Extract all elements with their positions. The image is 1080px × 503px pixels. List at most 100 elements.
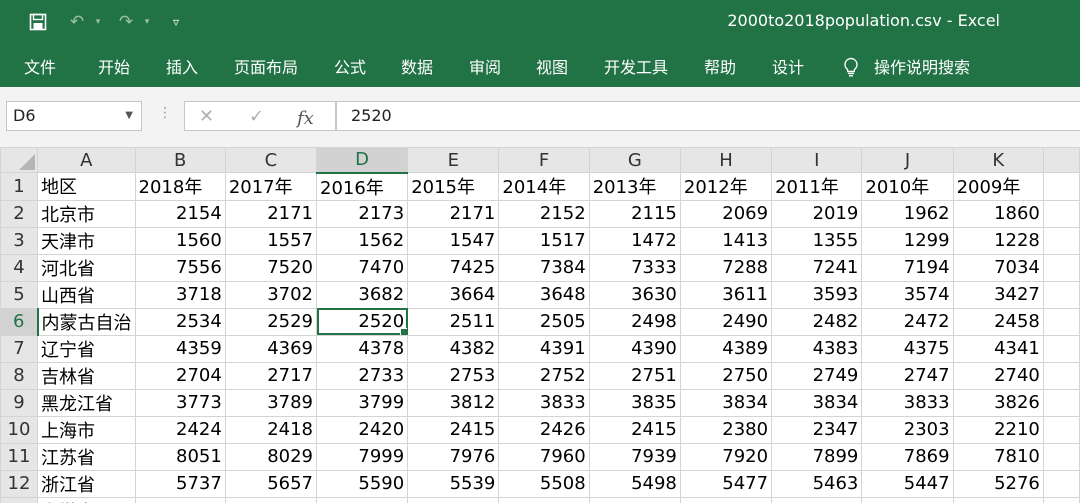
- row-header[interactable]: 4: [0, 253, 39, 282]
- cell-k5[interactable]: 3427: [952, 280, 1044, 309]
- column-header-next[interactable]: [1042, 147, 1080, 173]
- cell-h9[interactable]: 3834: [679, 388, 773, 417]
- cell-h13[interactable]: 5988: [679, 496, 773, 503]
- cell-c9[interactable]: 3789: [224, 388, 318, 417]
- row-header[interactable]: 8: [0, 361, 39, 390]
- cell-g1[interactable]: 2013年: [588, 172, 681, 201]
- cell-j12[interactable]: 5447: [861, 469, 954, 498]
- cell-k2[interactable]: 1860: [952, 199, 1044, 228]
- cell-overflow[interactable]: [1042, 226, 1080, 255]
- cell-overflow[interactable]: [1042, 442, 1080, 471]
- cell-a13[interactable]: 安徽省: [37, 496, 136, 503]
- cell-a9[interactable]: 黑龙江省: [37, 388, 136, 417]
- select-all-corner[interactable]: [0, 147, 39, 173]
- cell-b7[interactable]: 4359: [134, 334, 226, 363]
- cell-overflow[interactable]: [1042, 280, 1080, 309]
- cell-a6[interactable]: 内蒙古自治: [37, 307, 136, 336]
- cell-j6[interactable]: 2472: [861, 307, 954, 336]
- cell-b13[interactable]: 6324: [134, 496, 226, 503]
- cell-d6[interactable]: 2520: [316, 307, 409, 336]
- column-header-i[interactable]: I: [771, 147, 863, 173]
- cell-f8[interactable]: 2752: [498, 361, 590, 390]
- cell-f9[interactable]: 3833: [498, 388, 590, 417]
- cell-k3[interactable]: 1228: [952, 226, 1044, 255]
- cell-i12[interactable]: 5463: [771, 469, 863, 498]
- cell-i11[interactable]: 7899: [771, 442, 863, 471]
- row-header[interactable]: 2: [0, 199, 39, 228]
- cell-a11[interactable]: 江苏省: [37, 442, 136, 471]
- cell-k8[interactable]: 2740: [952, 361, 1044, 390]
- cell-k13[interactable]: 6131: [952, 496, 1044, 503]
- cell-e8[interactable]: 2753: [407, 361, 500, 390]
- insert-function-icon[interactable]: fx: [297, 108, 314, 129]
- cell-f2[interactable]: 2152: [498, 199, 590, 228]
- cell-a8[interactable]: 吉林省: [37, 361, 136, 390]
- cell-i8[interactable]: 2749: [771, 361, 863, 390]
- cell-d13[interactable]: 6196: [316, 496, 409, 503]
- column-header-e[interactable]: E: [407, 147, 500, 173]
- cell-f3[interactable]: 1517: [498, 226, 590, 255]
- row-header[interactable]: 13: [0, 496, 39, 503]
- cell-h6[interactable]: 2490: [679, 307, 773, 336]
- cell-i13[interactable]: 5968: [771, 496, 863, 503]
- cell-e6[interactable]: 2511: [407, 307, 500, 336]
- cell-i1[interactable]: 2011年: [771, 172, 863, 201]
- column-header-k[interactable]: K: [952, 147, 1044, 173]
- cell-d8[interactable]: 2733: [316, 361, 409, 390]
- cell-e7[interactable]: 4382: [407, 334, 500, 363]
- row-header[interactable]: 9: [0, 388, 39, 417]
- column-header-a[interactable]: A: [37, 147, 136, 173]
- cell-e9[interactable]: 3812: [407, 388, 500, 417]
- cell-h5[interactable]: 3611: [679, 280, 773, 309]
- cell-k7[interactable]: 4341: [952, 334, 1044, 363]
- row-header[interactable]: 6: [0, 307, 39, 336]
- row-header[interactable]: 10: [0, 415, 39, 444]
- tab-help[interactable]: 帮助: [704, 54, 736, 78]
- cell-b1[interactable]: 2018年: [134, 172, 226, 201]
- cell-overflow[interactable]: [1042, 307, 1080, 336]
- cell-e12[interactable]: 5539: [407, 469, 500, 498]
- cell-c1[interactable]: 2017年: [224, 172, 318, 201]
- cell-a3[interactable]: 天津市: [37, 226, 136, 255]
- cell-c5[interactable]: 3702: [224, 280, 318, 309]
- cell-e10[interactable]: 2415: [407, 415, 500, 444]
- cell-f13[interactable]: 6083: [498, 496, 590, 503]
- row-header[interactable]: 12: [0, 469, 39, 498]
- column-header-h[interactable]: H: [679, 147, 773, 173]
- cell-overflow[interactable]: [1042, 496, 1080, 503]
- cell-c10[interactable]: 2418: [224, 415, 318, 444]
- cell-g7[interactable]: 4390: [588, 334, 681, 363]
- tab-review[interactable]: 审阅: [469, 54, 501, 78]
- cell-f6[interactable]: 2505: [498, 307, 590, 336]
- cell-overflow[interactable]: [1042, 334, 1080, 363]
- cell-j13[interactable]: 5957: [861, 496, 954, 503]
- tab-design[interactable]: 设计: [772, 54, 804, 78]
- cell-d2[interactable]: 2173: [316, 199, 409, 228]
- cell-j3[interactable]: 1299: [861, 226, 954, 255]
- cell-i4[interactable]: 7241: [771, 253, 863, 282]
- tab-formulas[interactable]: 公式: [334, 54, 366, 78]
- formula-bar-splitter-icon[interactable]: ⋮: [158, 105, 172, 121]
- cell-h1[interactable]: 2012年: [679, 172, 773, 201]
- tab-file[interactable]: 文件: [24, 54, 56, 78]
- cell-b6[interactable]: 2534: [134, 307, 226, 336]
- cell-e3[interactable]: 1547: [407, 226, 500, 255]
- cancel-icon[interactable]: ✕: [199, 106, 214, 127]
- tab-view[interactable]: 视图: [536, 54, 568, 78]
- column-header-f[interactable]: F: [498, 147, 590, 173]
- cell-j4[interactable]: 7194: [861, 253, 954, 282]
- cell-e5[interactable]: 3664: [407, 280, 500, 309]
- cell-f5[interactable]: 3648: [498, 280, 590, 309]
- cell-a5[interactable]: 山西省: [37, 280, 136, 309]
- cell-f1[interactable]: 2014年: [498, 172, 590, 201]
- cell-i10[interactable]: 2347: [771, 415, 863, 444]
- cell-g11[interactable]: 7939: [588, 442, 681, 471]
- cell-j5[interactable]: 3574: [861, 280, 954, 309]
- column-header-j[interactable]: J: [861, 147, 954, 173]
- cell-b9[interactable]: 3773: [134, 388, 226, 417]
- cell-g12[interactable]: 5498: [588, 469, 681, 498]
- cell-i7[interactable]: 4383: [771, 334, 863, 363]
- cell-d3[interactable]: 1562: [316, 226, 409, 255]
- cell-a4[interactable]: 河北省: [37, 253, 136, 282]
- cell-e4[interactable]: 7425: [407, 253, 500, 282]
